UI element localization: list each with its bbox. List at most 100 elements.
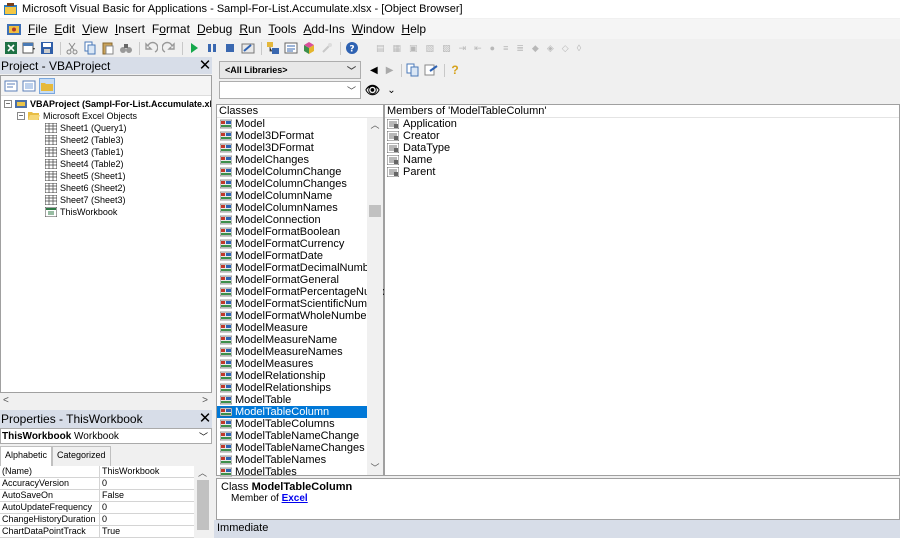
help-icon[interactable]: ? <box>345 41 359 55</box>
toolbox-icon[interactable] <box>320 41 334 55</box>
menu-item[interactable]: Insert <box>115 20 152 38</box>
undo-icon[interactable] <box>144 41 158 55</box>
class-list-item[interactable]: ModelColumnChanges <box>217 178 369 190</box>
tree-node-vbaproject[interactable]: − VBAProject (Sampl-For-List.Accumulate.… <box>1 98 211 110</box>
search-text-combo[interactable]: ﹀ <box>219 81 361 99</box>
break-icon[interactable] <box>205 41 219 55</box>
member-list-item[interactable]: Application <box>385 118 899 130</box>
help-icon[interactable]: ? <box>451 63 458 77</box>
menu-item[interactable]: Tools <box>268 20 303 38</box>
toggle-folders-icon[interactable] <box>39 77 55 94</box>
property-row[interactable]: ChartDataPointTrack True <box>0 526 194 538</box>
object-browser-icon[interactable] <box>302 41 316 55</box>
menu-item[interactable]: Format <box>152 20 197 38</box>
property-value[interactable]: ThisWorkbook <box>100 466 159 477</box>
class-list-item[interactable]: ModelMeasureNames <box>217 346 369 358</box>
class-list-item[interactable]: ModelRelationship <box>217 370 369 382</box>
chevron-down-icon[interactable]: ﹀ <box>347 64 356 77</box>
scroll-thumb[interactable] <box>369 205 381 217</box>
tree-node-sheet[interactable]: Sheet1 (Query1) <box>1 122 211 134</box>
chevron-down-icon[interactable]: ﹀ <box>347 84 356 97</box>
properties-vscrollbar[interactable]: ︿ <box>194 466 212 538</box>
indent-icon[interactable]: ⇥ <box>459 43 467 54</box>
chevron-down-icon[interactable]: ﹀ <box>199 430 208 443</box>
class-list-item[interactable]: ModelMeasure <box>217 322 369 334</box>
member-list-item[interactable]: DataType <box>385 142 899 154</box>
class-list-item[interactable]: ModelMeasureName <box>217 334 369 346</box>
scroll-up-icon[interactable]: ︿ <box>367 118 383 132</box>
comment-block-icon[interactable]: ≡ <box>503 43 508 53</box>
class-list-item[interactable]: ModelTables <box>217 466 369 478</box>
menu-item[interactable]: File <box>28 20 54 38</box>
class-list-item[interactable]: ModelTable <box>217 394 369 406</box>
menu-item[interactable]: Run <box>239 20 268 38</box>
member-list-item[interactable]: Creator <box>385 130 899 142</box>
project-explorer-icon[interactable] <box>266 41 280 55</box>
scroll-down-icon[interactable]: ﹀ <box>367 461 383 475</box>
tree-node-sheet[interactable]: Sheet4 (Table2) <box>1 158 211 170</box>
scroll-up-icon[interactable]: ︿ <box>198 466 207 479</box>
next-bookmark-icon[interactable]: ◈ <box>547 43 554 54</box>
list-properties-icon[interactable]: ▤ <box>376 43 385 54</box>
property-value[interactable]: 0 <box>100 502 107 513</box>
library-link[interactable]: Excel <box>282 493 308 504</box>
paste-icon[interactable] <box>101 41 115 55</box>
class-list-item[interactable]: ModelTableColumns <box>217 418 369 430</box>
property-row[interactable]: AutoUpdateFrequency 0 <box>0 502 194 514</box>
redo-icon[interactable] <box>162 41 176 55</box>
property-value[interactable]: 0 <box>100 514 107 525</box>
view-definition-icon[interactable] <box>424 63 438 77</box>
property-row[interactable]: ChangeHistoryDuration 0 <box>0 514 194 526</box>
tree-node-sheet[interactable]: Sheet5 (Sheet1) <box>1 170 211 182</box>
outdent-icon[interactable]: ⇤ <box>474 43 482 54</box>
classes-vscrollbar[interactable]: ︿ ﹀ <box>367 118 383 475</box>
chevron-double-down-icon[interactable]: ⌄ <box>387 85 395 96</box>
complete-word-icon[interactable]: ▨ <box>442 43 451 54</box>
property-value[interactable]: True <box>100 526 120 537</box>
class-list-item[interactable]: Model3DFormat <box>217 142 369 154</box>
previous-bookmark-icon[interactable]: ◇ <box>562 43 569 54</box>
class-list-item[interactable]: ModelFormatPercentageNumber <box>217 286 395 298</box>
vba-menu-icon[interactable] <box>6 21 22 37</box>
class-list-item[interactable]: ModelTableNameChanges <box>217 442 369 454</box>
save-icon[interactable] <box>40 41 54 55</box>
insert-module-icon[interactable] <box>22 41 36 55</box>
copy-icon[interactable] <box>83 41 97 55</box>
class-list-item[interactable]: Model <box>217 118 369 130</box>
toggle-bookmark-icon[interactable]: ◆ <box>532 43 539 54</box>
property-value[interactable]: False <box>100 490 124 501</box>
class-list-item[interactable]: ModelColumnNames <box>217 202 369 214</box>
tree-node-sheet[interactable]: Sheet7 (Sheet3) <box>1 194 211 206</box>
cut-icon[interactable] <box>65 41 79 55</box>
class-list-item[interactable]: ModelFormatGeneral <box>217 274 369 286</box>
binoculars-icon[interactable]: 👁 <box>365 83 380 97</box>
class-list-item[interactable]: ModelFormatScientificNumber <box>217 298 383 310</box>
menu-item[interactable]: Window <box>352 20 402 38</box>
tree-node-sheet[interactable]: Sheet2 (Table3) <box>1 134 211 146</box>
menu-item[interactable]: Edit <box>54 20 82 38</box>
list-constants-icon[interactable]: ▦ <box>393 43 402 54</box>
clear-bookmarks-icon[interactable]: ◊ <box>577 43 581 53</box>
tree-node-sheet[interactable]: Sheet6 (Sheet2) <box>1 182 211 194</box>
excel-view-icon[interactable] <box>4 41 18 55</box>
parameter-info-icon[interactable]: ▧ <box>426 43 435 54</box>
property-row[interactable]: AccuracyVersion 0 <box>0 478 194 490</box>
class-list-item[interactable]: ModelFormatBoolean <box>217 226 369 238</box>
class-list-item[interactable]: ModelTableNames <box>217 454 369 466</box>
member-list-item[interactable]: Parent <box>385 166 899 178</box>
object-selector-dropdown[interactable]: ThisWorkbook Workbook ﹀ <box>0 428 212 444</box>
go-forward-icon[interactable]: ▶ <box>386 65 394 76</box>
uncomment-block-icon[interactable]: ≣ <box>516 43 524 54</box>
class-list-item[interactable]: ModelFormatDecimalNumber <box>217 262 379 274</box>
property-value[interactable]: 0 <box>100 478 107 489</box>
scroll-left-icon[interactable]: < <box>0 395 9 406</box>
tab-alphabetic[interactable]: Alphabetic <box>0 446 53 466</box>
class-list-item[interactable]: ModelTableNameChange <box>217 430 369 442</box>
class-list-item[interactable]: ModelFormatDate <box>217 250 369 262</box>
class-list-item[interactable]: Model3DFormat <box>217 130 369 142</box>
tree-node-excel-objects[interactable]: − Microsoft Excel Objects <box>1 110 211 122</box>
menu-item[interactable]: Help <box>401 20 433 38</box>
close-project-pane-icon[interactable]: ✕ <box>198 58 212 73</box>
property-row[interactable]: AutoSaveOn False <box>0 490 194 502</box>
library-dropdown[interactable]: <All Libraries> ﹀ <box>219 61 361 79</box>
